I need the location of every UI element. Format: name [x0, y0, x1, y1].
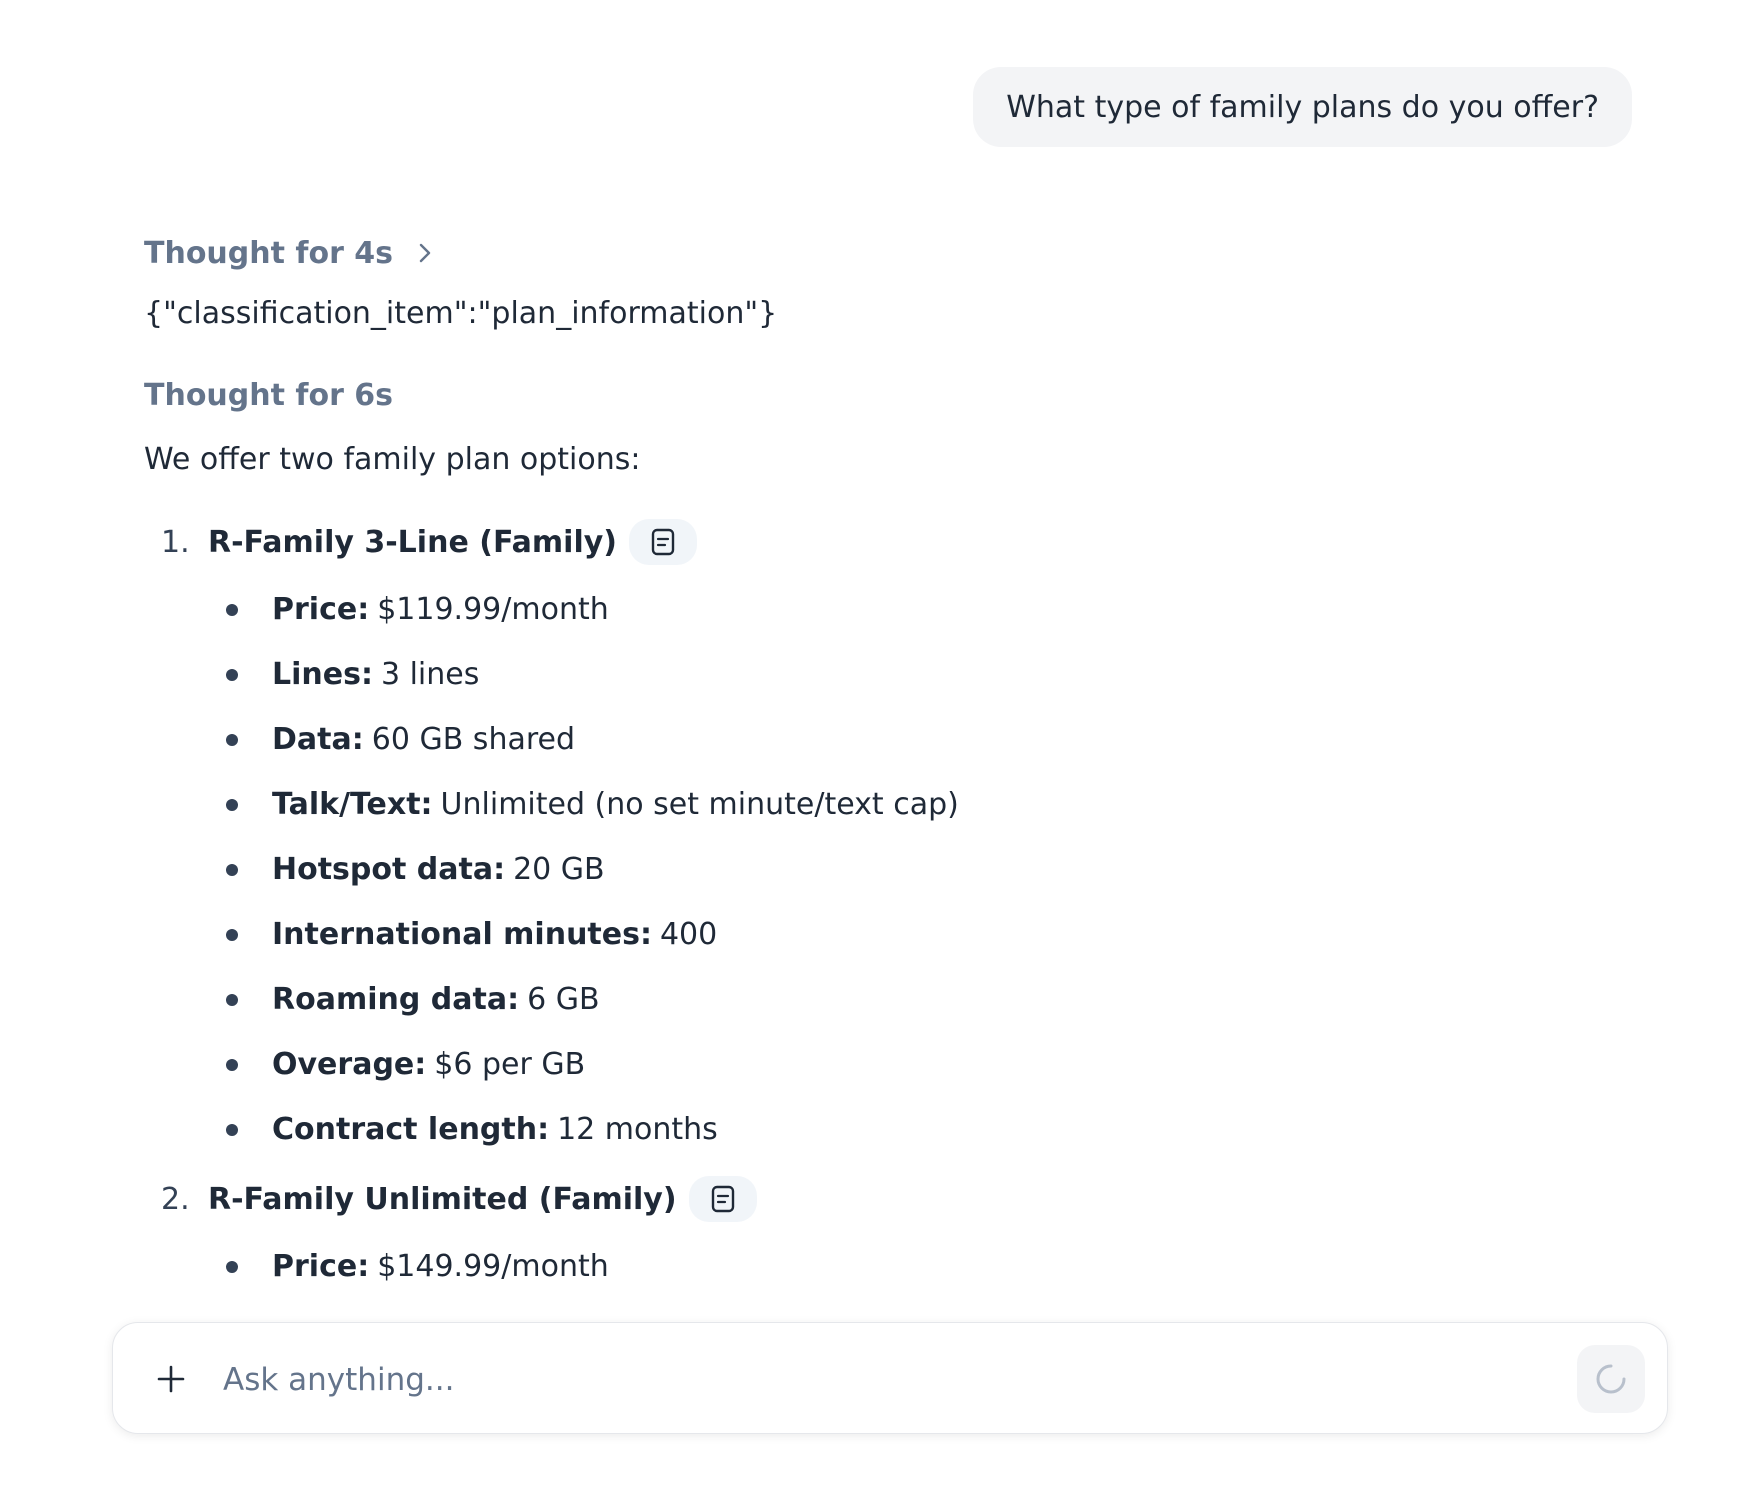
list-item: Talk/Text: Unlimited (no set minute/text …	[144, 772, 1644, 837]
loading-spinner-icon	[1596, 1364, 1626, 1394]
detail-key: Roaming data:	[272, 982, 520, 1017]
bullet-dot	[226, 1058, 238, 1071]
detail-value: 12 months	[557, 1112, 718, 1147]
detail-key: Data:	[272, 722, 364, 757]
detail-key: Overage:	[272, 1047, 427, 1082]
bullet-dot	[226, 733, 238, 746]
source-document-chip[interactable]	[688, 1176, 757, 1222]
detail-value: 60 GB shared	[371, 722, 576, 757]
send-button[interactable]	[1577, 1345, 1645, 1413]
chat-page: What type of family plans do you offer? …	[0, 0, 1764, 1488]
detail-key: Price:	[272, 592, 370, 627]
detail-key: Hotspot data:	[272, 852, 506, 887]
user-message-bubble: What type of family plans do you offer?	[973, 67, 1632, 147]
plan-number: 2.	[161, 1181, 190, 1217]
bullet-dot	[226, 668, 238, 681]
user-message-text: What type of family plans do you offer?	[1006, 89, 1599, 125]
detail-key: Lines:	[272, 657, 373, 692]
plan-details-list-2: Price: $149.99/month	[144, 1234, 1644, 1299]
list-item: Price: $119.99/month	[144, 577, 1644, 642]
list-item: Hotspot data: 20 GB	[144, 837, 1644, 902]
detail-key: Price:	[272, 1249, 370, 1284]
plan-heading-1: 1. R-Family 3-Line (Family)	[144, 507, 1644, 577]
list-item: Price: $149.99/month	[144, 1234, 1644, 1299]
list-item: Overage: $6 per GB	[144, 1032, 1644, 1097]
detail-value: Unlimited (no set minute/text cap)	[440, 787, 959, 822]
bullet-dot	[226, 863, 238, 876]
attach-button[interactable]	[149, 1357, 193, 1401]
detail-value: $119.99/month	[377, 592, 609, 627]
detail-value: 6 GB	[527, 982, 600, 1017]
thought-label-6s[interactable]: Thought for 6s	[144, 365, 1644, 425]
detail-key: Contract length:	[272, 1112, 550, 1147]
list-item: Lines: 3 lines	[144, 642, 1644, 707]
list-item: Data: 60 GB shared	[144, 707, 1644, 772]
bullet-dot	[226, 993, 238, 1006]
detail-value: $149.99/month	[377, 1249, 609, 1284]
chevron-right-icon	[413, 241, 437, 265]
plan-heading-2: 2. R-Family Unlimited (Family)	[144, 1164, 1644, 1234]
list-item: Contract length: 12 months	[144, 1097, 1644, 1162]
detail-value: 400	[659, 917, 718, 952]
bullet-dot	[226, 1123, 238, 1136]
classification-output: {"classification_item":"plan_information…	[144, 283, 1644, 343]
plan-title: R-Family Unlimited (Family)	[208, 1181, 677, 1217]
intro-text: We offer two family plan options:	[144, 429, 1644, 489]
bullet-dot	[226, 928, 238, 941]
plus-icon	[157, 1365, 185, 1393]
message-composer	[112, 1322, 1668, 1434]
plan-number: 1.	[161, 524, 190, 560]
list-item: International minutes: 400	[144, 902, 1644, 967]
plan-title: R-Family 3-Line (Family)	[208, 524, 618, 560]
intro-text-content: We offer two family plan options:	[144, 441, 641, 477]
detail-key: Talk/Text:	[272, 787, 433, 822]
list-item: Roaming data: 6 GB	[144, 967, 1644, 1032]
classification-text: {"classification_item":"plan_information…	[144, 295, 778, 331]
detail-key: International minutes:	[272, 917, 652, 952]
bullet-dot	[226, 798, 238, 811]
bullet-dot	[226, 603, 238, 616]
thought-label: Thought for 4s	[144, 235, 394, 271]
assistant-response: Thought for 4s {"classification_item":"p…	[144, 215, 1644, 1299]
detail-value: 20 GB	[513, 852, 605, 887]
document-icon	[651, 528, 675, 556]
plan-details-list-1: Price: $119.99/month Lines: 3 lines Data: 6…	[144, 577, 1644, 1162]
detail-value: $6 per GB	[434, 1047, 586, 1082]
thought-toggle-4s[interactable]: Thought for 4s	[144, 223, 1644, 283]
detail-value: 3 lines	[380, 657, 480, 692]
document-icon	[711, 1185, 734, 1213]
bullet-dot	[226, 1260, 238, 1273]
ask-input[interactable]	[221, 1351, 1525, 1409]
source-document-chip[interactable]	[629, 519, 698, 565]
thought-label: Thought for 6s	[144, 377, 394, 413]
